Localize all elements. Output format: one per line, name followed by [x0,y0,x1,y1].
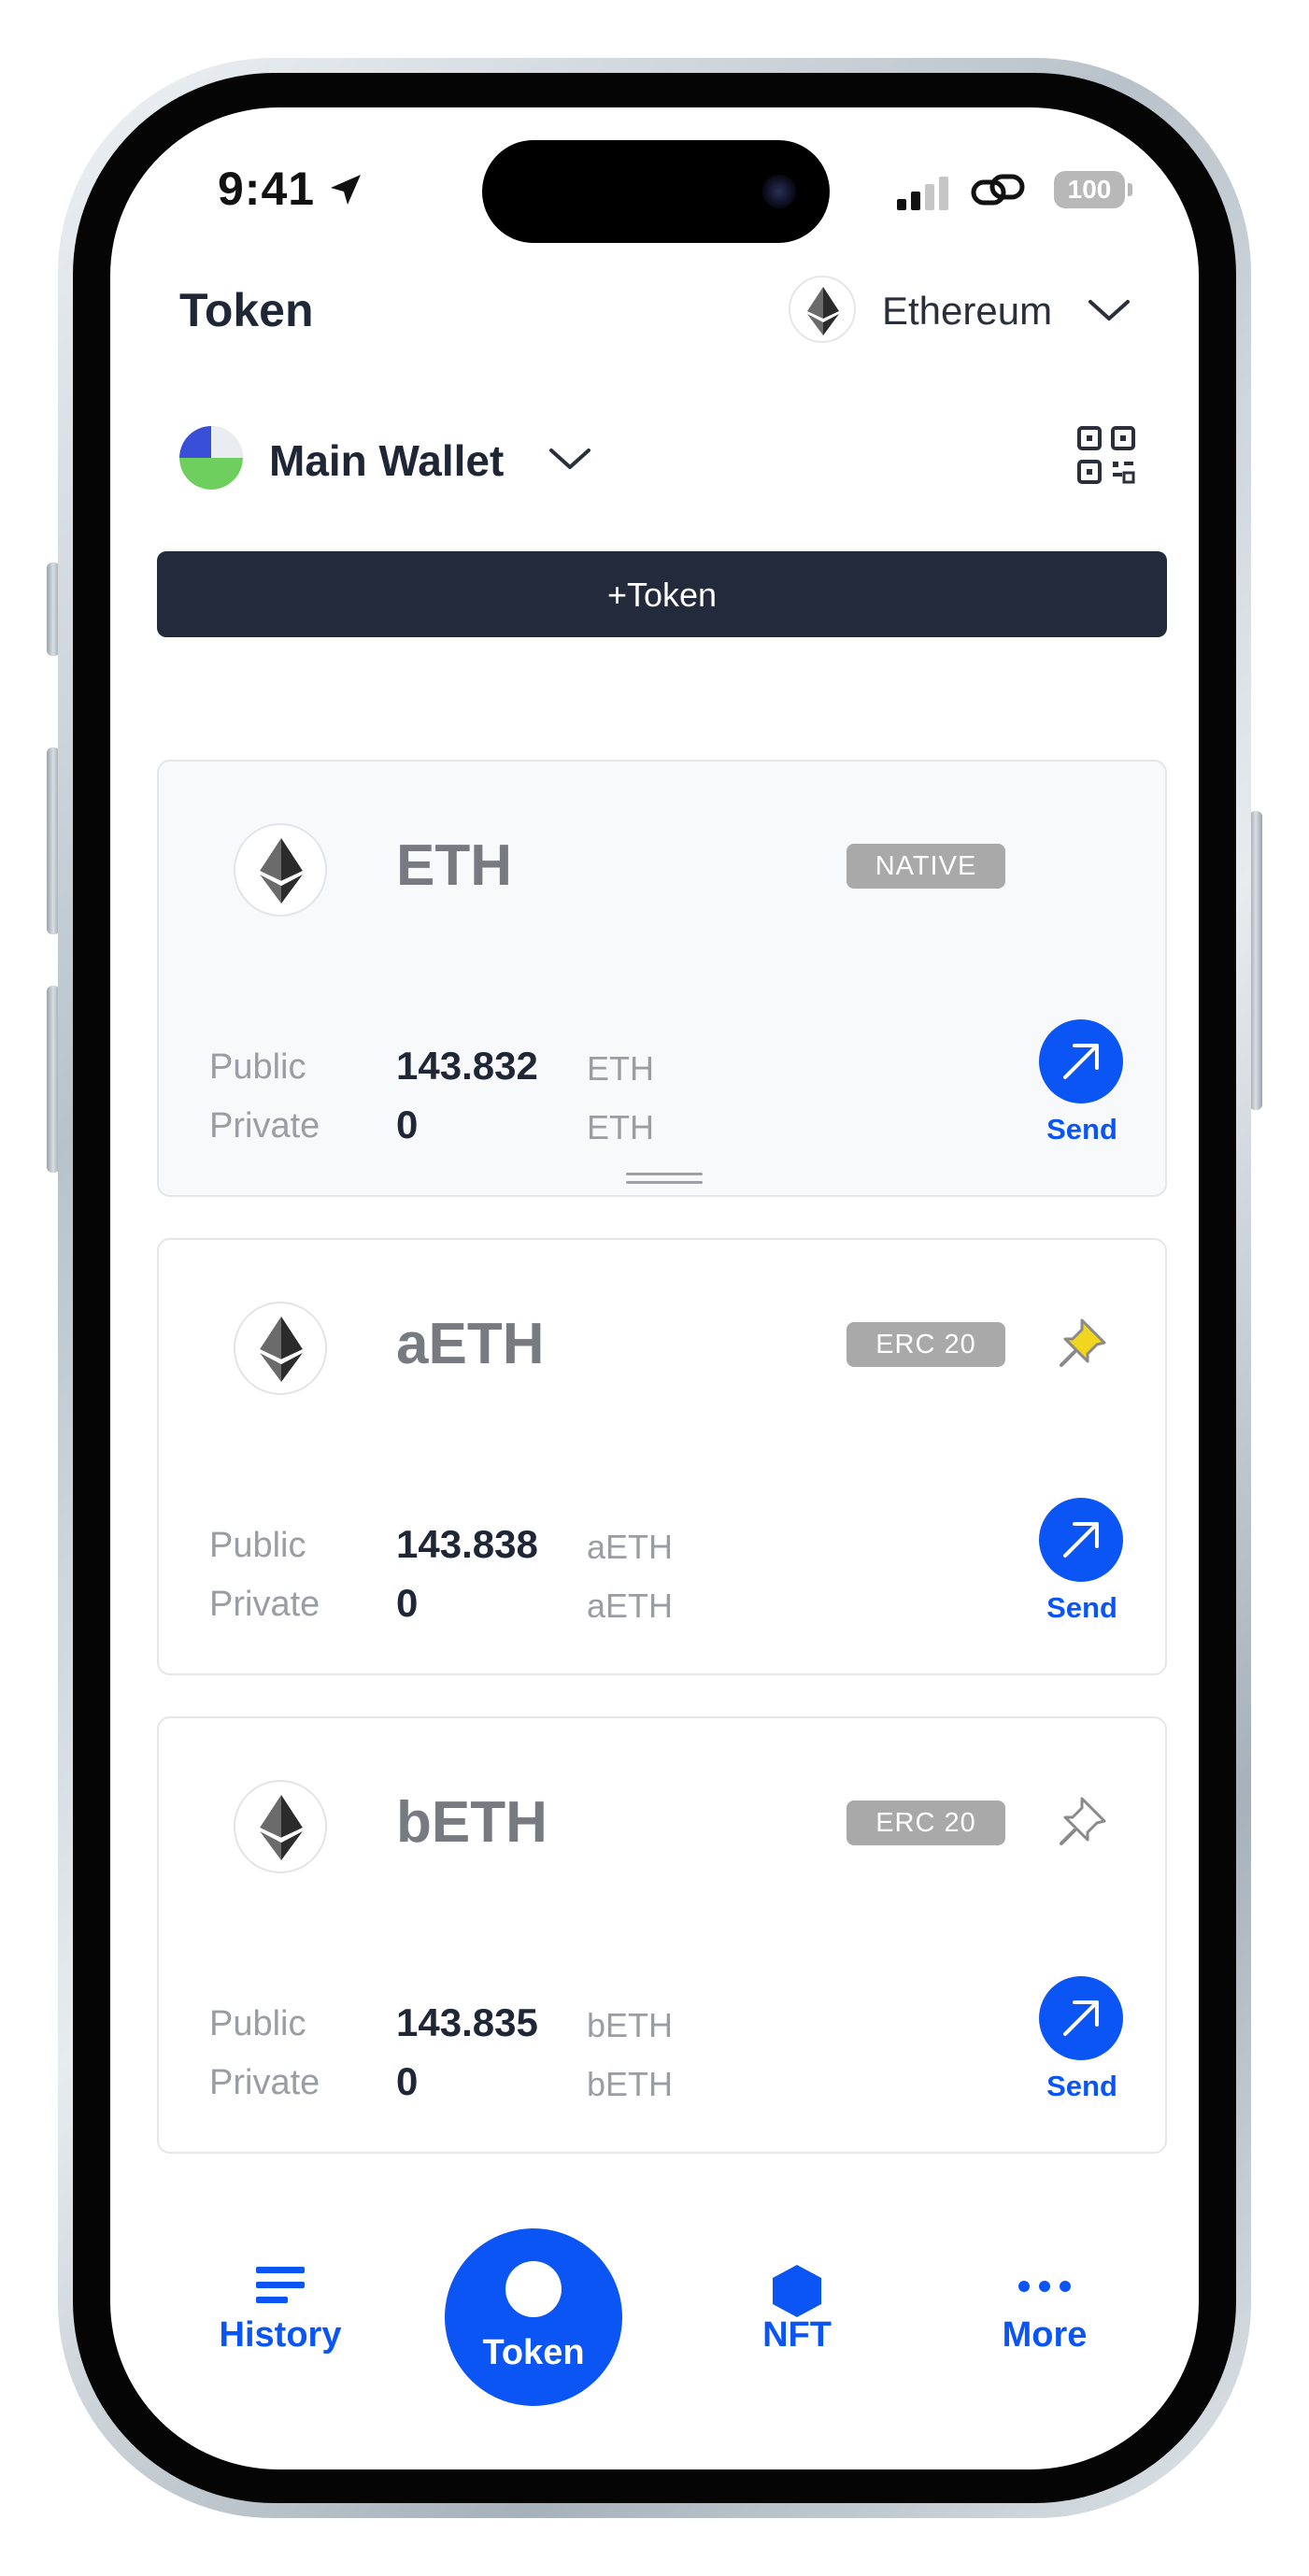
chevron-down-icon [1088,300,1130,320]
public-label: Public [209,1526,306,1565]
send-arrow-icon [1063,1044,1099,1079]
token-symbol: ETH [396,833,512,898]
network-label: Ethereum [882,289,1053,333]
send-label: Send [1046,1591,1117,1624]
drag-handle[interactable] [626,1173,703,1186]
wallet-name: Main Wallet [269,436,505,485]
wallet-selector[interactable]: Main Wallet [179,420,609,495]
token-tab-icon [505,2261,562,2317]
location-arrow-icon [331,175,361,205]
status-time: 9:41 [218,163,316,215]
send-arrow-icon [1063,1522,1099,1558]
battery-indicator: 100 [1054,171,1125,208]
private-unit: aETH [587,1587,674,1625]
token-type-badge: NATIVE [847,844,1005,889]
token-type-badge: ERC 20 [847,1800,1005,1845]
dynamic-island [482,140,830,243]
private-label: Private [209,1585,320,1624]
more-dots-icon [1018,2281,1071,2292]
network-selector[interactable]: Ethereum [789,276,1144,347]
send-label: Send [1046,1113,1117,1146]
tab-nft-label: NFT [762,2315,832,2355]
battery-tip [1128,183,1132,196]
tab-more[interactable]: More [960,2214,1129,2401]
send-button[interactable]: Send [1035,1976,1129,2107]
token-symbol: bETH [396,1790,548,1855]
tab-history-label: History [219,2315,342,2355]
hexagon-icon [773,2265,821,2317]
page-title: Token [179,284,314,336]
token-logo [234,1302,327,1395]
public-unit: aETH [587,1528,674,1566]
send-label: Send [1046,2070,1117,2102]
public-label: Public [209,1047,306,1087]
send-circle [1039,1019,1123,1103]
ethereum-icon [260,1316,303,1382]
public-balance: 143.835 [396,2000,538,2044]
private-balance: 0 [396,1581,419,1625]
chevron-down-icon [549,448,590,469]
qr-code-icon[interactable] [1076,425,1136,485]
list-icon [256,2267,305,2303]
send-button[interactable]: Send [1035,1498,1129,1629]
wallet-avatar [179,426,243,490]
ethereum-icon [260,1795,303,1860]
tab-nft[interactable]: NFT [713,2214,881,2401]
public-unit: ETH [587,1049,654,1088]
private-unit: bETH [587,2065,674,2103]
link-icon [971,174,1025,206]
send-arrow-icon [1063,2000,1099,2036]
token-logo [234,1780,327,1873]
ethereum-icon [807,287,839,335]
tab-token-label: Token [482,2333,585,2372]
send-circle [1039,1976,1123,2060]
public-label: Public [209,2004,306,2043]
private-balance: 0 [396,2059,419,2103]
token-card-beth[interactable]: bETH ERC 20 Public 143.835 bETH Private … [157,1716,1167,2154]
private-unit: ETH [587,1108,654,1146]
tab-more-label: More [1002,2315,1088,2355]
tab-history[interactable]: History [196,2214,364,2401]
token-symbol: aETH [396,1312,545,1376]
token-type-badge: ERC 20 [847,1322,1005,1367]
signal-icon [897,177,948,210]
tab-token[interactable]: Token [445,2228,622,2406]
private-label: Private [209,1106,320,1146]
public-unit: bETH [587,2006,674,2044]
add-token-button[interactable]: +Token [157,551,1167,637]
pin-icon[interactable] [1056,1793,1112,1849]
token-logo [234,823,327,917]
network-logo [789,276,856,343]
ethereum-icon [260,838,303,904]
public-balance: 143.832 [396,1044,538,1088]
private-label: Private [209,2063,320,2102]
app-screen: 9:41 100 Token Ethereum Main Wallet +Tok… [110,107,1199,2469]
camera-icon [762,175,796,208]
send-circle [1039,1498,1123,1582]
pin-icon[interactable] [1056,1315,1112,1371]
private-balance: 0 [396,1103,419,1146]
public-balance: 143.838 [396,1522,538,1566]
token-card-aeth[interactable]: aETH ERC 20 Public 143.838 aETH Private … [157,1238,1167,1675]
token-card-eth[interactable]: ETH NATIVE Public 143.832 ETH Private 0 … [157,760,1167,1197]
power-button [1249,811,1262,1110]
send-button[interactable]: Send [1035,1019,1129,1150]
